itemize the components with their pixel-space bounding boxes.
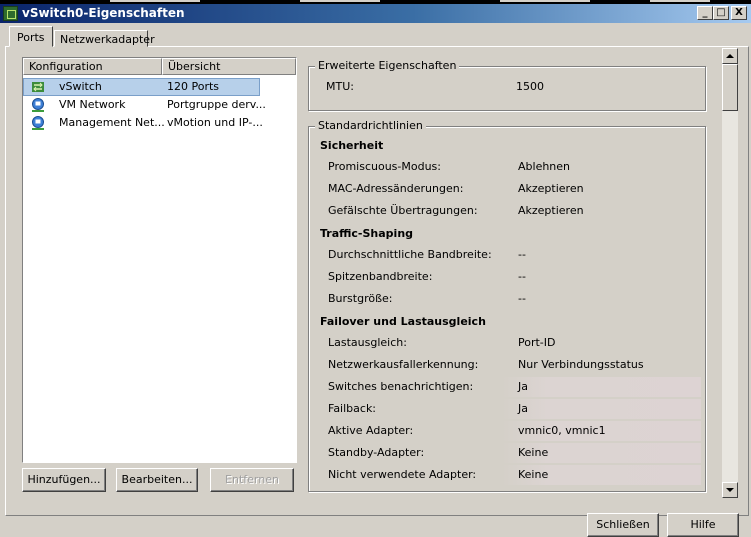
close-icon: X <box>735 7 743 18</box>
add-button[interactable]: Hinzufügen... <box>22 468 106 492</box>
remove-button-label: Entfernen <box>225 473 279 486</box>
list-item-summary: Portgruppe derv... <box>167 98 266 111</box>
edit-button[interactable]: Bearbeiten... <box>116 468 198 492</box>
scroll-down-button[interactable] <box>722 482 738 498</box>
policy-label: Burstgröße: <box>328 292 393 305</box>
policy-label: Promiscuous-Modus: <box>328 160 441 173</box>
policy-value: vmnic0, vmnic1 <box>518 424 606 437</box>
section-heading-security: Sicherheit <box>320 139 384 152</box>
policy-value: Nur Verbindungsstatus <box>518 358 644 371</box>
tab-label: Ports <box>17 31 45 44</box>
minimize-icon: _ <box>702 7 708 18</box>
policy-label: Switches benachrichtigen: <box>328 380 474 393</box>
policy-label: Netzwerkausfallerkennung: <box>328 358 479 371</box>
policy-label: Lastausgleich: <box>328 336 407 349</box>
help-button[interactable]: Hilfe <box>667 513 739 537</box>
policy-row: Nicht verwendete Adapter: Keine <box>317 465 701 485</box>
window-title: vSwitch0-Eigenschaften <box>22 6 185 20</box>
vm-network-icon <box>32 98 44 112</box>
policy-label: Spitzenbandbreite: <box>328 270 433 283</box>
policy-value: -- <box>518 270 526 283</box>
vertical-scrollbar[interactable] <box>722 48 738 498</box>
list-item-name: vSwitch <box>59 80 102 93</box>
column-header-konfiguration[interactable]: Konfiguration <box>23 58 162 75</box>
policy-label: Durchschnittliche Bandbreite: <box>328 248 492 261</box>
arrow-up-icon <box>726 54 734 58</box>
policy-label: Nicht verwendete Adapter: <box>328 468 477 481</box>
list-item-name: Management Net... <box>59 116 165 129</box>
policy-label: Gefälschte Übertragungen: <box>328 204 478 217</box>
policy-value: Port-ID <box>518 336 556 349</box>
policy-row: Promiscuous-Modus: Ablehnen <box>317 157 701 177</box>
column-header-label: Übersicht <box>168 60 221 73</box>
policy-row: Switches benachrichtigen: Ja <box>317 377 701 397</box>
properties-panel: Erweiterte Eigenschaften MTU: 1500 Stand… <box>306 48 722 494</box>
close-button-label: Schließen <box>596 518 650 531</box>
list-item-vm-network[interactable]: VM Network Portgruppe derv... <box>23 96 296 114</box>
help-button-label: Hilfe <box>690 518 716 531</box>
column-header-label: Konfiguration <box>29 60 103 73</box>
policy-row: MAC-Adressänderungen: Akzeptieren <box>317 179 701 199</box>
policy-value: Akzeptieren <box>518 204 584 217</box>
section-heading-failover: Failover und Lastausgleich <box>320 315 486 328</box>
policy-value: Ja <box>518 380 528 393</box>
policy-row: Netzwerkausfallerkennung: Nur Verbindungs… <box>317 355 701 375</box>
policy-value: Ja <box>518 402 528 415</box>
maximize-button[interactable]: □ <box>713 6 729 20</box>
close-window-button[interactable]: X <box>731 6 747 20</box>
advanced-properties-group: Erweiterte Eigenschaften MTU: 1500 <box>308 59 706 111</box>
minimize-button[interactable]: _ <box>697 6 713 20</box>
mtu-row: MTU: 1500 <box>315 77 699 97</box>
policy-label: MAC-Adressänderungen: <box>328 182 464 195</box>
arrow-down-icon <box>726 488 734 492</box>
list-item-management-network[interactable]: Management Net... vMotion und IP-... <box>23 114 296 132</box>
list-item-summary: 120 Ports <box>167 80 220 93</box>
list-item-summary: vMotion und IP-... <box>167 116 263 129</box>
policy-value: Akzeptieren <box>518 182 584 195</box>
policy-label: Aktive Adapter: <box>328 424 414 437</box>
policy-label: Failback: <box>328 402 377 415</box>
policy-row: Aktive Adapter: vmnic0, vmnic1 <box>317 421 701 441</box>
properties-window: vSwitch0-Eigenschaften _ □ X Netzwerkada… <box>0 0 751 537</box>
mtu-label: MTU: <box>326 80 354 93</box>
group-title: Standardrichtlinien <box>315 119 426 132</box>
policy-row: Spitzenbandbreite: -- <box>317 267 701 287</box>
remove-button[interactable]: Entfernen <box>210 468 294 492</box>
port-list[interactable]: Konfiguration Übersicht vSwitch 120 Port… <box>22 57 297 463</box>
policy-row: Burstgröße: -- <box>317 289 701 309</box>
column-header-uebersicht[interactable]: Übersicht <box>162 58 296 75</box>
list-item-vswitch[interactable]: vSwitch 120 Ports <box>23 78 296 96</box>
app-icon <box>3 6 18 21</box>
edit-button-label: Bearbeiten... <box>121 473 193 486</box>
policy-value: Ablehnen <box>518 160 571 173</box>
maximize-icon: □ <box>716 7 726 18</box>
close-button[interactable]: Schließen <box>587 513 659 537</box>
scroll-up-button[interactable] <box>722 48 738 64</box>
policy-row: Gefälschte Übertragungen: Akzeptieren <box>317 201 701 221</box>
list-item-name: VM Network <box>59 98 126 111</box>
policy-row: Standby-Adapter: Keine <box>317 443 701 463</box>
policy-label: Standby-Adapter: <box>328 446 425 459</box>
policy-value: Keine <box>518 468 549 481</box>
policy-row: Durchschnittliche Bandbreite: -- <box>317 245 701 265</box>
section-heading-traffic-shaping: Traffic-Shaping <box>320 227 414 240</box>
tab-ports[interactable]: Ports <box>9 26 53 47</box>
policy-row: Lastausgleich: Port-ID <box>317 333 701 353</box>
tab-netzwerkadapter[interactable]: Netzwerkadapter <box>54 30 155 47</box>
mtu-value: 1500 <box>516 80 544 93</box>
policy-row: Failback: Ja <box>317 399 701 419</box>
title-bar[interactable]: vSwitch0-Eigenschaften _ □ X <box>0 4 751 23</box>
tab-label: Netzwerkadapter <box>60 33 155 46</box>
policy-value: -- <box>518 292 526 305</box>
add-button-label: Hinzufügen... <box>27 473 101 486</box>
policy-value: -- <box>518 248 526 261</box>
group-title: Erweiterte Eigenschaften <box>315 59 460 72</box>
scroll-thumb[interactable] <box>722 64 738 111</box>
vswitch-icon <box>32 82 44 92</box>
management-network-icon <box>32 116 44 130</box>
default-policies-group: Standardrichtlinien Sicherheit Promiscuo… <box>308 119 706 492</box>
policy-value: Keine <box>518 446 549 459</box>
